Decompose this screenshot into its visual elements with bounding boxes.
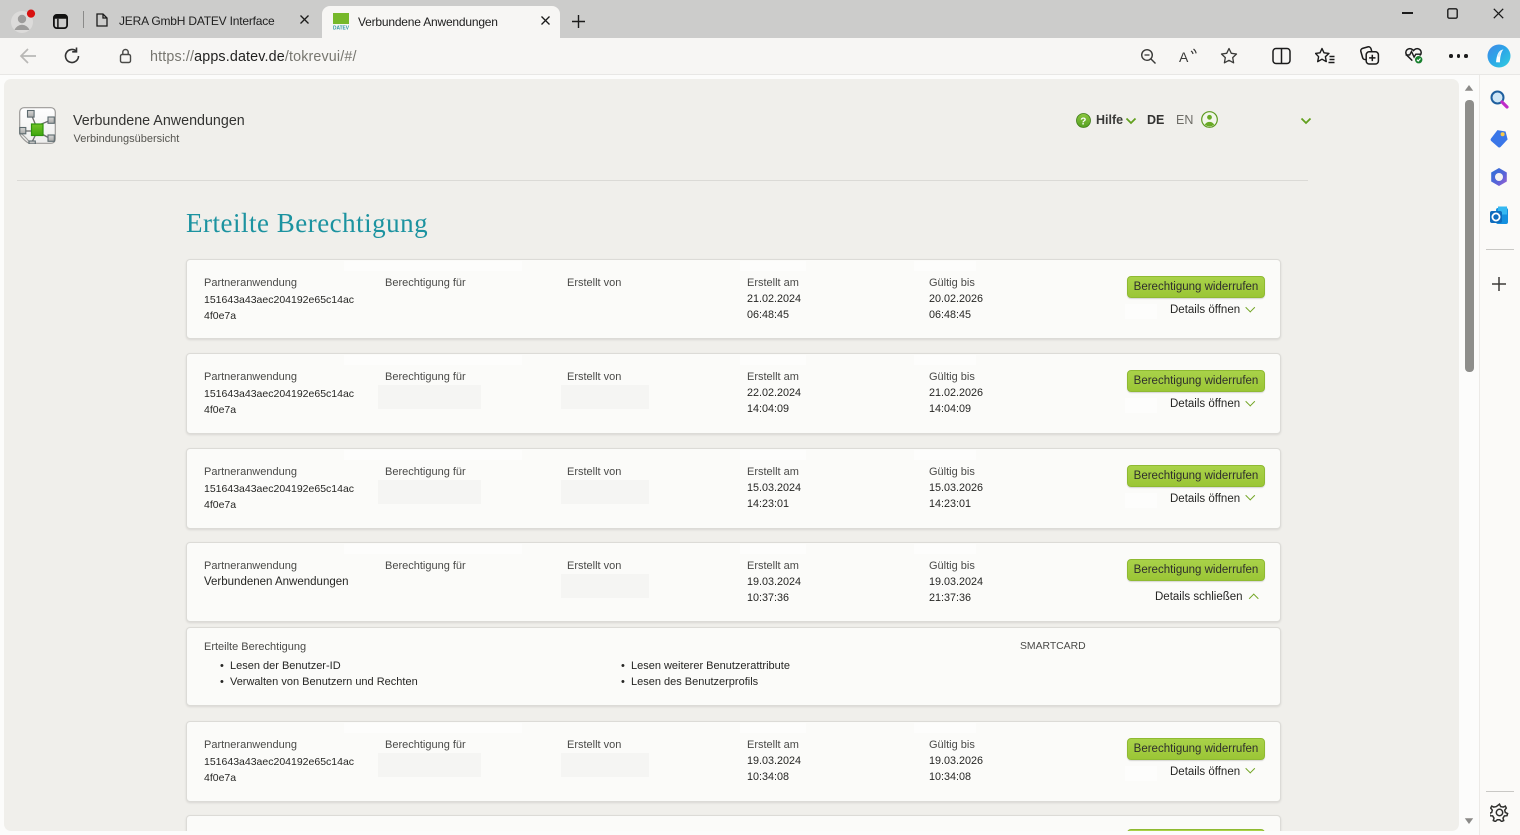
svg-text:DATEV: DATEV — [333, 26, 350, 32]
svg-text:A: A — [1179, 49, 1189, 65]
svg-text:?: ? — [1080, 116, 1086, 127]
